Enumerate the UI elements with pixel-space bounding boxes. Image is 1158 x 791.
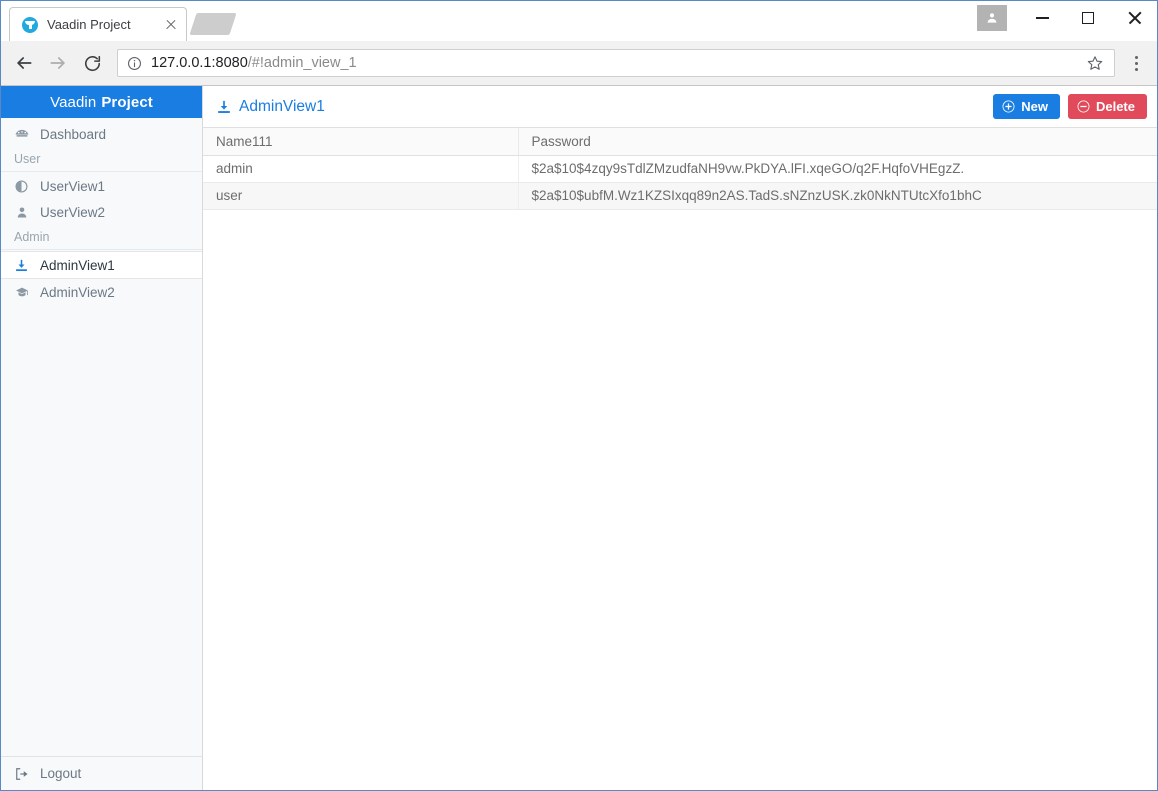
browser-window: Vaadin Project 127.0.0.1:8080/#!admin_vi… (0, 0, 1158, 791)
user-icon (13, 206, 30, 219)
column-header-password[interactable]: Password (518, 128, 1157, 156)
download-icon (217, 100, 231, 114)
cell-password: $2a$10$ubfM.Wz1KZSIxqq89n2AS.TadS.sNZnzU… (518, 182, 1157, 210)
adjust-icon (13, 179, 30, 193)
cell-password: $2a$10$4zqy9sTdlZMzudfaNH9vw.PkDYA.lFI.x… (518, 155, 1157, 183)
browser-toolbar: 127.0.0.1:8080/#!admin_view_1 (1, 41, 1157, 86)
delete-button[interactable]: Delete (1067, 94, 1147, 119)
sidebar-section-label: User (14, 152, 41, 166)
new-button-label: New (1021, 99, 1048, 114)
minimize-icon[interactable] (1019, 1, 1065, 35)
data-grid[interactable]: Name111 Password admin $2a$10$4zqy9sTdlZ… (203, 127, 1157, 790)
forward-arrow-icon[interactable] (41, 46, 75, 80)
address-bar[interactable]: 127.0.0.1:8080/#!admin_view_1 (117, 49, 1115, 77)
sidebar-nav: Dashboard User UserView1 UserView2 Admin… (1, 118, 202, 756)
brand-bold: Project (101, 93, 153, 111)
cell-name: user (203, 182, 519, 210)
url-host: 127.0.0.1:8080 (151, 55, 248, 71)
back-arrow-icon[interactable] (7, 46, 41, 80)
user-avatar-icon[interactable] (977, 5, 1007, 31)
table-row[interactable]: user $2a$10$ubfM.Wz1KZSIxqq89n2AS.TadS.s… (203, 182, 1157, 210)
users-table: Name111 Password admin $2a$10$4zqy9sTdlZ… (203, 128, 1157, 210)
main-content: AdminView1 New Delete Name111 Password a… (203, 86, 1157, 790)
sidebar-section-user: User (1, 147, 202, 172)
close-icon[interactable] (1111, 1, 1157, 35)
page-body: Vaadin Project Dashboard User UserView1 … (1, 86, 1157, 790)
star-icon[interactable] (1082, 50, 1108, 76)
page-title: AdminView1 (217, 98, 325, 116)
table-head: Name111 Password (203, 128, 1157, 156)
sidebar-item-dashboard[interactable]: Dashboard (1, 121, 202, 147)
content-header: AdminView1 New Delete (203, 86, 1157, 127)
sidebar-section-label: Admin (14, 230, 50, 244)
cell-name: admin (203, 155, 519, 183)
action-buttons: New Delete (993, 94, 1147, 119)
column-header-name[interactable]: Name111 (203, 128, 519, 156)
sign-out-icon (13, 767, 30, 781)
page-title-label: AdminView1 (239, 97, 325, 115)
plus-circle-icon (1002, 100, 1015, 113)
brand-light: Vaadin (50, 93, 97, 111)
sidebar-item-label: AdminView2 (40, 284, 115, 300)
table-row[interactable]: admin $2a$10$4zqy9sTdlZMzudfaNH9vw.PkDYA… (203, 155, 1157, 183)
three-dots-menu-icon[interactable] (1121, 46, 1151, 80)
maximize-icon[interactable] (1065, 1, 1111, 35)
download-icon (13, 259, 30, 272)
sidebar-item-label: UserView2 (40, 204, 106, 220)
sidebar-item-adminview1[interactable]: AdminView1 (1, 251, 202, 279)
browser-tab[interactable]: Vaadin Project (9, 7, 187, 41)
logout-button[interactable]: Logout (1, 756, 202, 790)
browser-titlebar: Vaadin Project (1, 1, 1157, 41)
sidebar-item-userview2[interactable]: UserView2 (1, 199, 202, 225)
url-text: 127.0.0.1:8080/#!admin_view_1 (151, 55, 1082, 71)
window-controls (977, 1, 1157, 35)
sidebar-item-label: UserView1 (40, 178, 106, 194)
table-header-row: Name111 Password (203, 128, 1157, 156)
url-path: /#!admin_view_1 (247, 55, 357, 71)
reload-icon[interactable] (75, 46, 109, 80)
dashboard-icon (13, 127, 30, 141)
vaadin-logo-icon (22, 16, 38, 33)
sidebar-item-adminview2[interactable]: AdminView2 (1, 279, 202, 305)
new-button[interactable]: New (993, 94, 1060, 119)
table-body: admin $2a$10$4zqy9sTdlZMzudfaNH9vw.PkDYA… (203, 155, 1157, 210)
info-circle-icon[interactable] (127, 56, 143, 71)
sidebar-item-userview1[interactable]: UserView1 (1, 173, 202, 199)
tab-title: Vaadin Project (47, 17, 131, 32)
minus-circle-icon (1077, 100, 1090, 113)
app-brand: Vaadin Project (1, 86, 202, 118)
logout-label: Logout (40, 766, 82, 781)
delete-button-label: Delete (1095, 99, 1135, 114)
sidebar: Vaadin Project Dashboard User UserView1 … (1, 86, 203, 790)
sidebar-section-admin: Admin (1, 225, 202, 250)
sidebar-item-label: Dashboard (40, 126, 107, 142)
tab-strip: Vaadin Project (1, 1, 237, 41)
close-icon[interactable] (162, 16, 180, 34)
sidebar-item-label: AdminView1 (40, 257, 115, 273)
academy-cap-icon (13, 286, 30, 299)
new-tab-button[interactable] (189, 13, 237, 35)
